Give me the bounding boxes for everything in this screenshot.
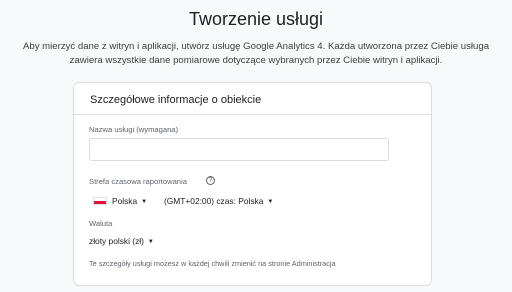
card-header: Szczegółowe informacje o obiekcie	[74, 83, 431, 115]
property-name-input[interactable]	[89, 138, 389, 161]
country-dropdown[interactable]: Polska ▼	[112, 196, 147, 206]
country-value: Polska	[112, 196, 138, 206]
timezone-value: (GMT+02:00) czas: Polska	[164, 196, 264, 206]
timezone-dropdown[interactable]: (GMT+02:00) czas: Polska ▼	[164, 196, 273, 206]
page-description: Aby mierzyć dane z witryn i aplikacji, u…	[22, 41, 490, 66]
currency-label: Waluta	[89, 219, 113, 228]
property-name-label: Nazwa usługi (wymagana)	[89, 125, 179, 134]
chevron-down-icon: ▼	[141, 199, 148, 205]
currency-dropdown[interactable]: złoty polski (zł) ▼	[89, 236, 154, 246]
chevron-down-icon: ▼	[147, 239, 154, 245]
chevron-down-icon: ▼	[267, 199, 274, 205]
footnote: Te szczegóły usługi możesz w każdej chwi…	[89, 259, 336, 268]
page-title: Tworzenie usługi	[188, 9, 324, 29]
card-title: Szczegółowe informacje o obiekcie	[90, 94, 262, 106]
poland-flag-icon	[93, 197, 107, 205]
currency-value: złoty polski (zł)	[89, 236, 144, 246]
property-details-card: Szczegółowe informacje o obiekcie Nazwa …	[73, 82, 432, 286]
timezone-label: Strefa czasowa raportowania	[89, 177, 187, 186]
help-icon[interactable]: ?	[206, 176, 215, 185]
